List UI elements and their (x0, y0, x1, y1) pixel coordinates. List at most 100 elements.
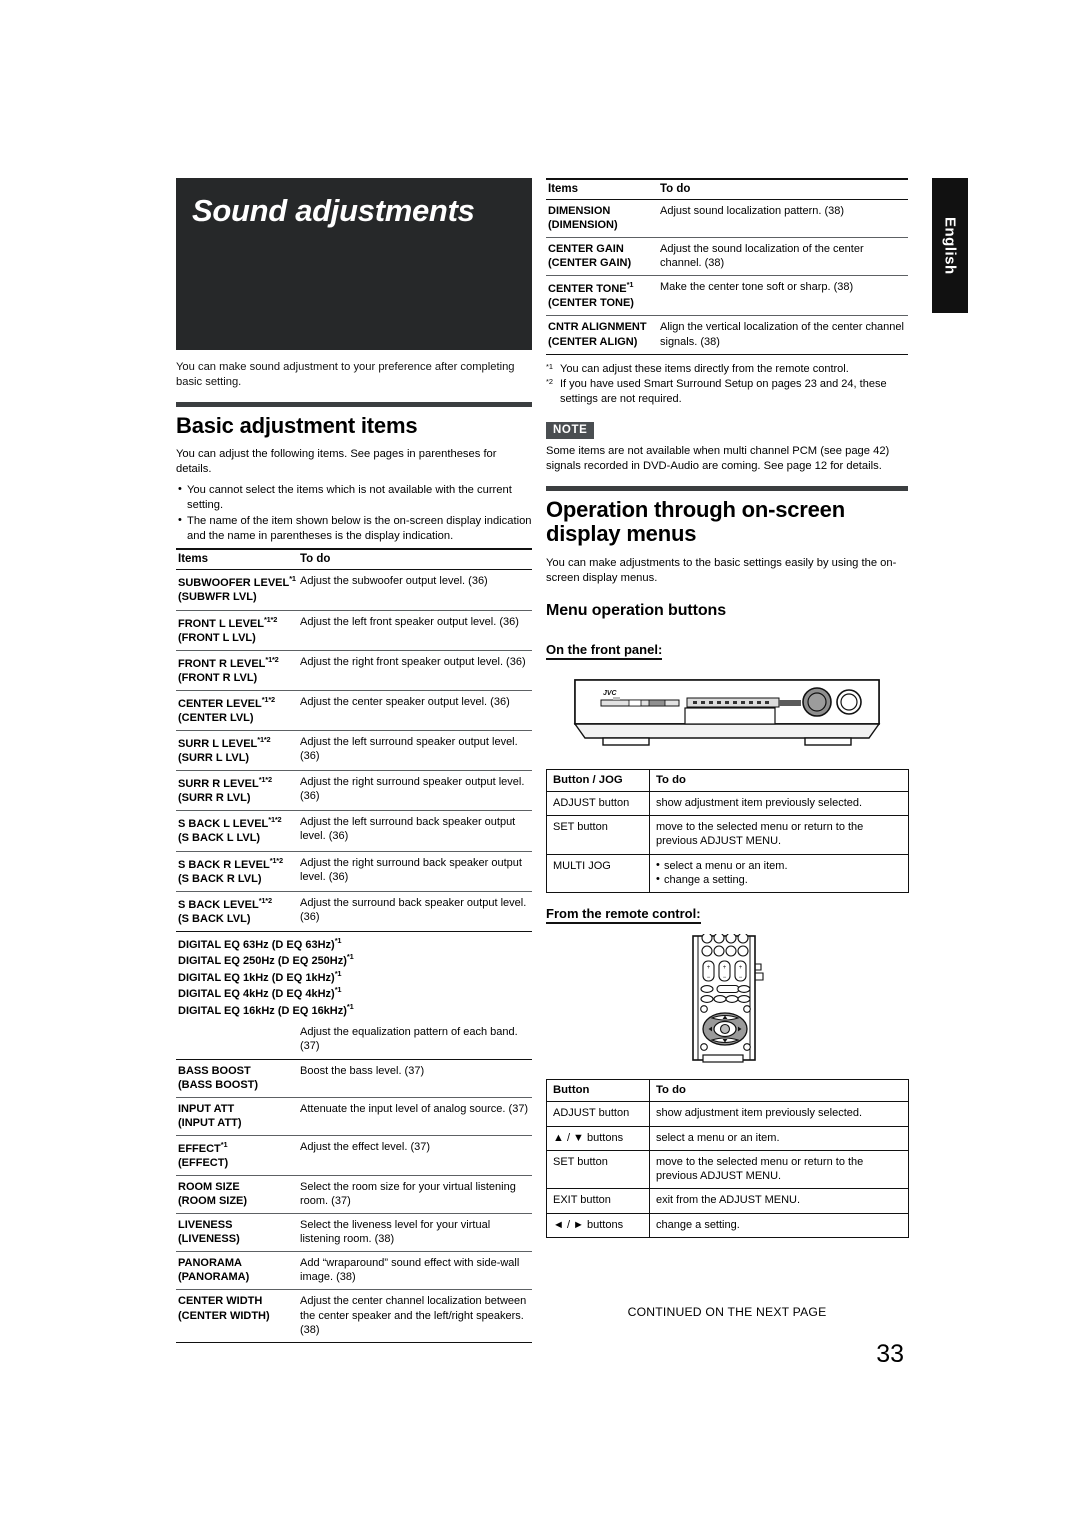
svg-text:−: − (723, 975, 727, 981)
osd-intro: You can make adjustments to the basic se… (546, 556, 897, 584)
row-todo: select a menu or an item.change a settin… (650, 854, 909, 893)
basic-adjustment-bullets: You cannot select the items which is not… (176, 482, 532, 544)
row-item-name: CENTER LEVEL*1*2 (CENTER LVL) (176, 690, 298, 732)
row-item-name: CNTR ALIGNMENT (CENTER ALIGN) (546, 315, 658, 355)
row-todo: Adjust sound localization pattern. (38) (658, 199, 908, 239)
table-row: ◄ / ► buttons change a setting. (546, 1213, 909, 1238)
row-todo: Adjust the right surround speaker output… (298, 770, 532, 812)
row-item-name: DIMENSION (DIMENSION) (546, 199, 658, 239)
table-row: S BACK LEVEL*1*2 (S BACK LVL) Adjust the s… (176, 891, 532, 932)
table-row: EFFECT*1 (EFFECT) Adjust the effect level.… (176, 1135, 532, 1177)
row-item-name: LIVENESS (LIVENESS) (176, 1213, 298, 1253)
row-item-name: S BACK R LEVEL*1*2 (S BACK R LVL) (176, 851, 298, 892)
row-item-name: PANORAMA (PANORAMA) (176, 1251, 298, 1291)
row-todo: Adjust the left surround speaker output … (298, 730, 532, 772)
table-row: SURR R LEVEL*1*2 (SURR R LVL) Adjust the r… (176, 770, 532, 812)
footnote-ref: *1 (346, 952, 354, 962)
table-header-row: Items To do (546, 178, 908, 200)
row-item-name: FRONT R LEVEL*1*2 (FRONT R LVL) (176, 650, 298, 691)
row-todo: select a menu or an item. (649, 1126, 909, 1151)
section-heading-osd: Operation through on-screen display menu… (546, 496, 845, 547)
row-item-name: CENTER GAIN (CENTER GAIN) (546, 237, 658, 277)
chapter-intro: You can make sound adjustment to your pr… (176, 361, 515, 388)
column-header-items: Items (546, 178, 658, 200)
row-todo: show adjustment item previously selected… (649, 791, 909, 817)
label-from-the-remote-control: From the remote control: (546, 906, 701, 925)
table-row: ADJUST button show adjustment item previo… (546, 1101, 909, 1127)
footnote-ref: *1*2 (258, 895, 272, 905)
document-page: English Sound adjustments You can make s… (0, 0, 1080, 1531)
row-item-name: EFFECT*1 (EFFECT) (176, 1135, 298, 1177)
row-button-name: MULTI JOG (546, 854, 650, 893)
table-row: PANORAMA (PANORAMA) Add “wraparound” sound… (176, 1251, 532, 1291)
row-item-name: INPUT ATT (INPUT ATT) (176, 1097, 298, 1136)
language-tab: English (932, 178, 968, 313)
eq-band-line: DIGITAL EQ 1kHz (D EQ 1kHz)*1 (178, 968, 342, 984)
row-todo: Make the center tone soft or sharp. (38) (658, 275, 908, 317)
row-button-name: SET button (546, 1150, 650, 1190)
table-row: CENTER LEVEL*1*2 (CENTER LVL) Adjust the c… (176, 690, 532, 732)
table-row: SET button move to the selected menu or r… (546, 1150, 909, 1190)
svg-text:−: − (707, 975, 711, 981)
table-row: SURR L LEVEL*1*2 (SURR L LVL) Adjust the l… (176, 730, 532, 772)
table-row-eq-names: DIGITAL EQ 63Hz (D EQ 63Hz)*1 DIGITAL EQ … (176, 931, 532, 1023)
table-row: CNTR ALIGNMENT (CENTER ALIGN) Align the ve… (546, 315, 908, 355)
table-row: FRONT L LEVEL*1*2 (FRONT L LVL) Adjust the… (176, 610, 532, 651)
table-row: ADJUST button show adjustment item previo… (546, 791, 909, 817)
section-heading-basic-adjustment: Basic adjustment items (176, 412, 418, 438)
table-row: INPUT ATT (INPUT ATT) Attenuate the input … (176, 1097, 532, 1136)
row-button-name: ADJUST button (546, 791, 650, 817)
svg-text:+: + (707, 965, 711, 971)
label-on-the-front-panel: On the front panel: (546, 642, 663, 660)
row-todo: Adjust the center channel localization b… (298, 1289, 532, 1343)
row-todo: move to the selected menu or return to t… (649, 815, 909, 855)
footnote-ref: *1 (334, 985, 342, 995)
row-todo: move to the selected menu or return to t… (649, 1150, 909, 1190)
row-todo: Select the liveness level for your virtu… (298, 1213, 532, 1253)
row-todo: Adjust the right front speaker output le… (298, 650, 532, 691)
table-row: LIVENESS (LIVENESS) Select the liveness le… (176, 1213, 532, 1253)
footnote-ref: *1 (334, 968, 342, 978)
column-header-todo: To do (649, 1079, 909, 1103)
row-item-name: SURR L LEVEL*1*2 (SURR L LVL) (176, 730, 298, 772)
footnote-text: If you have used Smart Surround Setup on… (560, 378, 887, 405)
row-todo: exit from the ADJUST MENU. (649, 1188, 909, 1214)
footnote-ref: *1 (334, 935, 342, 945)
column-header-todo: To do (658, 178, 908, 200)
basic-adjustment-items-table: Items To do SUBWOOFER LEVEL*1 (SUBWFR LVL… (176, 548, 532, 1343)
basic-adjustment-intro: You can adjust the following items. See … (176, 448, 497, 476)
eq-band-line: DIGITAL EQ 4kHz (D EQ 4kHz)*1 (178, 985, 342, 1001)
footnote-ref: *1*2 (263, 614, 278, 624)
row-todo: Adjust the equalization pattern of each … (298, 1023, 532, 1060)
row-todo: Boost the bass level. (37) (298, 1059, 532, 1098)
row-todo: Adjust the effect level. (37) (298, 1135, 532, 1177)
table-header-row: Button / JOG To do (546, 769, 909, 792)
table-row: FRONT R LEVEL*1*2 (FRONT R LVL) Adjust the… (176, 650, 532, 691)
row-item-name: BASS BOOST (BASS BOOST) (176, 1059, 298, 1098)
svg-text:+: + (723, 965, 727, 971)
list-item: change a setting. (656, 872, 903, 887)
footnote-mark: *1 (546, 361, 553, 371)
row-todo: Adjust the center speaker output level. … (298, 690, 532, 732)
table-row-eq-desc: Adjust the equalization pattern of each … (176, 1023, 532, 1060)
remote-buttons-table: Button To do ADJUST button show adjustmen… (546, 1079, 909, 1239)
table-row: CENTER WIDTH (CENTER WIDTH) Adjust the cen… (176, 1289, 532, 1343)
column-header-button-jog: Button / JOG (546, 769, 650, 792)
eq-band-line: DIGITAL EQ 250Hz (D EQ 250Hz)*1 (178, 952, 354, 968)
row-todo: Add “wraparound” sound effect with side-… (298, 1251, 532, 1291)
row-item-name: CENTER TONE*1 (CENTER TONE) (546, 275, 658, 317)
eq-band-line: DIGITAL EQ 63Hz (D EQ 63Hz)*1 (178, 935, 342, 951)
table-row: ▲ / ▼ buttons select a menu or an item. (546, 1126, 909, 1151)
todo-list: select a menu or an item.change a settin… (656, 858, 903, 888)
column-header-button: Button (546, 1079, 650, 1103)
footnote-ref: *1*2 (269, 855, 283, 865)
table-row: EXIT button exit from the ADJUST MENU. (546, 1188, 909, 1214)
row-todo: Attenuate the input level of analog sour… (298, 1097, 532, 1136)
row-todo: Adjust the sound localization of the cen… (658, 237, 908, 277)
row-item-name: SUBWOOFER LEVEL*1 (SUBWFR LVL) (176, 569, 298, 611)
row-todo: Adjust the left surround back speaker ou… (298, 810, 532, 852)
right-column: Items To do DIMENSION (DIMENSION) Adjust s… (546, 178, 909, 1239)
row-item-name: S BACK LEVEL*1*2 (S BACK LVL) (176, 891, 298, 932)
footnote-ref: *1 (289, 574, 296, 584)
svg-text:−: − (739, 975, 743, 981)
